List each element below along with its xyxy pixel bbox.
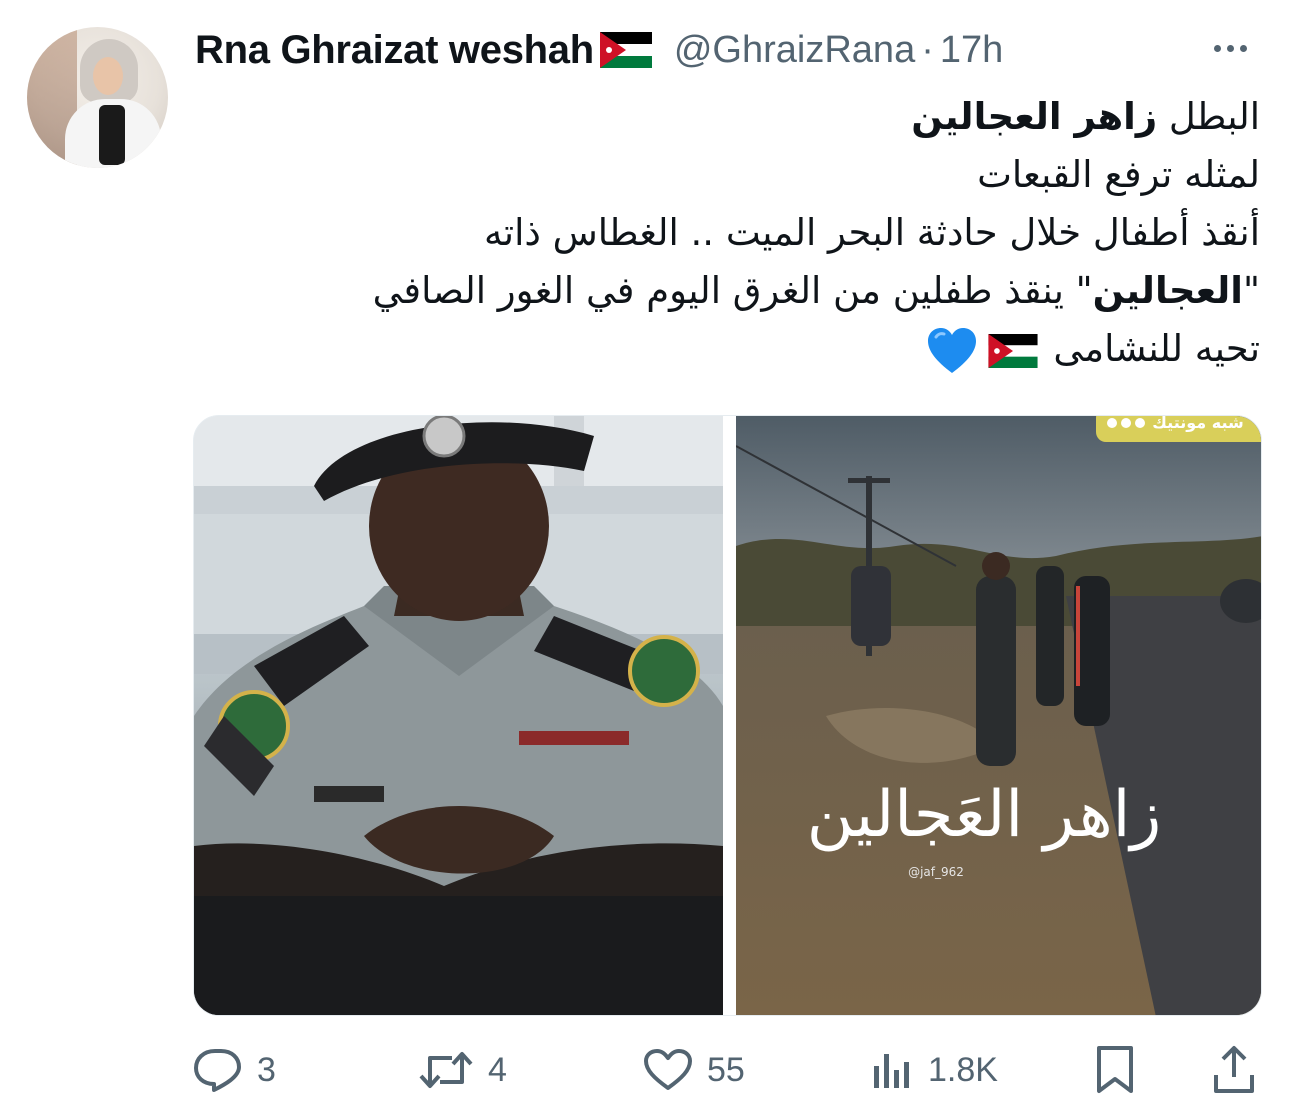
views-chart-icon	[874, 1054, 909, 1088]
share-icon	[1214, 1046, 1254, 1093]
overlay-title: زاهر العَجالين	[807, 778, 1162, 852]
tweet-text-line-3: أنقذ أطفال خلال حادثة البحر الميت .. الغ…	[483, 211, 1260, 254]
jordan-flag-icon	[599, 32, 652, 68]
tweet-timestamp[interactable]: 17h	[940, 29, 1003, 72]
retweet-count: 4	[488, 1050, 507, 1089]
tweet-header: Rna Ghraizat weshah @GhraizRana · 17h	[195, 24, 1003, 76]
like-icon	[644, 1049, 692, 1090]
views-count: 1.8K	[928, 1050, 998, 1089]
like-button[interactable]: 55	[643, 1040, 745, 1100]
tweet-text: البطل زاهر العجالين لمثله ترفع القبعات أ…	[220, 88, 1260, 378]
separator-dot: ·	[921, 28, 934, 71]
corner-badge-text: شبه مونتيك	[1152, 416, 1243, 432]
road-scene-illustration: شبه مونتيك زاهر العَجالين @jaf_962	[736, 416, 1261, 1015]
retweet-icon	[419, 1052, 473, 1088]
bookmark-icon	[1097, 1046, 1133, 1093]
like-count: 55	[707, 1050, 745, 1089]
reply-button[interactable]: 3	[193, 1040, 276, 1100]
share-button[interactable]	[1212, 1040, 1256, 1100]
tweet-text-line-4: "العجالين" ينقذ طفلين من الغرق اليوم في …	[372, 269, 1260, 312]
soldier-photo[interactable]	[194, 416, 723, 1015]
author-display-name[interactable]: Rna Ghraizat weshah	[195, 28, 594, 73]
reply-icon	[194, 1049, 241, 1092]
road-scene-photo[interactable]: شبه مونتيك زاهر العَجالين @jaf_962	[736, 416, 1261, 1015]
tweet-actions: 3 4 55 1.8K	[0, 1040, 1290, 1100]
author-handle[interactable]: @GhraizRana	[674, 29, 915, 72]
tweet-media[interactable]: شبه مونتيك زاهر العَجالين @jaf_962	[193, 415, 1262, 1016]
soldier-illustration	[194, 416, 723, 1015]
retweet-button[interactable]: 4	[418, 1040, 507, 1100]
tweet-text-line-1: البطل زاهر العجالين	[911, 95, 1260, 138]
reply-count: 3	[257, 1050, 276, 1089]
avatar[interactable]	[27, 27, 168, 168]
bookmark-button[interactable]	[1094, 1040, 1136, 1100]
tweet-text-line-2: لمثله ترفع القبعات	[977, 153, 1260, 196]
more-options-icon[interactable]	[1214, 30, 1247, 66]
jordan-flag-icon	[988, 333, 1038, 368]
watermark-text: @jaf_962	[908, 865, 964, 879]
views-button[interactable]: 1.8K	[870, 1040, 998, 1100]
blue-heart-icon	[927, 327, 976, 373]
tweet-text-line-5: تحيه للنشامى	[220, 320, 1260, 378]
